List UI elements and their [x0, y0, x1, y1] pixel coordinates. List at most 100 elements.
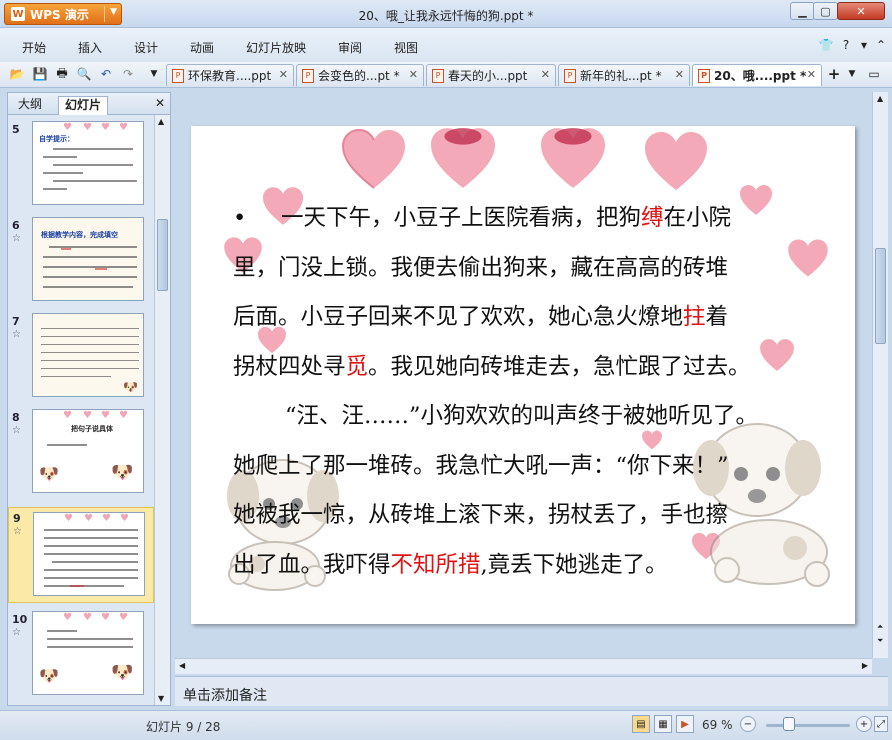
zoom-slider[interactable]: [766, 724, 850, 727]
shirt-skin-icon[interactable]: 👕: [818, 37, 834, 53]
heart-icon: ♥: [101, 612, 110, 623]
slide-thumbnail-5[interactable]: 5 ♥ ♥ ♥ ♥ 自学提示：: [8, 119, 154, 215]
maximize-button[interactable]: ▢: [813, 2, 838, 20]
slide-thumbnail-7[interactable]: 7 ☆ 🐶: [8, 311, 154, 407]
heart-icon: ♥: [120, 513, 129, 524]
scroll-down-icon[interactable]: ▼: [158, 694, 164, 703]
undo-icon[interactable]: ↶: [98, 66, 114, 82]
doc-tab-2[interactable]: P 会变色的...pt * ✕: [296, 64, 424, 86]
heart-icon: ♥: [102, 513, 111, 524]
animation-star-icon: ☆: [12, 233, 21, 244]
text-line: 出了血。我吓得不知所措,竟丢下她逃走了。: [233, 551, 668, 578]
close-tab-icon[interactable]: ✕: [541, 68, 550, 81]
text-line: 拐杖四处寻觅。我见她向砖堆走去，急忙跟了过去。: [233, 353, 751, 380]
slide-counter: 幻灯片 9 / 28: [146, 720, 221, 734]
heart-icon: ♥: [83, 612, 92, 623]
doc-tab-4[interactable]: P 新年的礼...pt * ✕: [558, 64, 690, 86]
slide-preview: ♥ ♥ ♥ ♥: [33, 512, 145, 596]
menu-view[interactable]: 视图: [394, 39, 418, 56]
zoom-out-icon[interactable]: −: [740, 716, 756, 732]
tab-slides[interactable]: 幻灯片: [58, 96, 109, 115]
menu-review[interactable]: 审阅: [338, 39, 362, 56]
heart-icon: ♥: [119, 410, 128, 421]
ppt-file-icon: P: [564, 68, 576, 83]
heart-icon: ♥: [119, 122, 128, 133]
slide-sorter-icon[interactable]: ▦: [654, 715, 672, 733]
doc-tab-active[interactable]: P 20、哦....ppt * ✕: [692, 64, 822, 86]
chevron-down-icon[interactable]: ▼: [146, 66, 162, 82]
next-slide-icon[interactable]: ⏷: [877, 636, 883, 646]
zoom-in-icon[interactable]: +: [856, 716, 872, 732]
heart-icon: ♥: [64, 513, 73, 524]
menu-slideshow[interactable]: 幻灯片放映: [246, 39, 306, 56]
ppt-file-icon: P: [172, 68, 184, 83]
bullet: •: [233, 205, 247, 231]
close-panel-icon[interactable]: ✕: [155, 96, 165, 110]
horizontal-scrollbar[interactable]: ◀ ▶: [175, 658, 872, 674]
close-window-button[interactable]: ✕: [837, 2, 885, 20]
slideshow-play-icon[interactable]: ▶: [676, 715, 694, 733]
print-preview-icon[interactable]: 🔍: [76, 66, 92, 82]
text-line: 里，门没上锁。我便去偷出狗来，藏在高高的砖堆: [233, 254, 729, 281]
doc-tab-3[interactable]: P 春天的小...ppt ✕: [426, 64, 556, 86]
scroll-up-icon[interactable]: ▲: [877, 94, 883, 103]
chevron-down-icon[interactable]: ▼: [844, 66, 860, 82]
redo-icon[interactable]: ↷: [120, 66, 136, 82]
window-title: 20、哦_让我永远忏悔的狗.ppt *: [358, 9, 534, 23]
collapse-ribbon-icon[interactable]: ⌃: [873, 37, 889, 53]
slide-thumbnail-8[interactable]: 8 ☆ ♥ ♥ ♥ ♥ 把句子说具体 🐶 🐶: [8, 407, 154, 503]
menu-design[interactable]: 设计: [134, 39, 158, 56]
heart-icon: ♥: [101, 122, 110, 133]
minimize-button[interactable]: ▁: [790, 2, 815, 20]
menu-animation[interactable]: 动画: [190, 39, 214, 56]
heart-icon: [431, 128, 495, 188]
help-icon[interactable]: ?: [838, 37, 854, 53]
slide-thumbnail-9[interactable]: 9 ☆ ♥ ♥ ♥ ♥: [8, 507, 154, 603]
menu-bar: 开始 插入 设计 动画 幻灯片放映 审阅 视图 👕 ? ▾ ⌃: [0, 28, 892, 62]
previous-slide-icon[interactable]: ⏶: [877, 622, 883, 632]
dog-icon: 🐶: [111, 662, 134, 683]
close-tab-icon[interactable]: ✕: [409, 68, 418, 81]
text-line: • 一天下午，小豆子上医院看病，把狗缚在小院: [233, 194, 823, 244]
open-folder-icon[interactable]: 📂: [9, 66, 25, 82]
dog-icon: 🐶: [111, 462, 134, 483]
slide-body-text[interactable]: • 一天下午，小豆子上医院看病，把狗缚在小院 里，门没上锁。我便去偷出狗来，藏在高…: [233, 194, 823, 590]
dog-icon: 🐶: [39, 464, 59, 483]
scroll-up-icon[interactable]: ▲: [158, 117, 164, 126]
normal-view-icon[interactable]: ▤: [632, 715, 650, 733]
print-icon[interactable]: 🖶: [54, 66, 70, 82]
vertical-scrollbar[interactable]: ▲ ⏶ ⏷: [872, 92, 888, 658]
animation-star-icon: ☆: [12, 425, 21, 436]
slide-thumbnail-10[interactable]: 10 ☆ ♥ ♥ ♥ ♥ 🐶 🐶: [8, 609, 154, 705]
ppt-file-icon: P: [432, 68, 444, 83]
menu-insert[interactable]: 插入: [78, 39, 102, 56]
current-slide[interactable]: • 一天下午，小豆子上医院看病，把狗缚在小院 里，门没上锁。我便去偷出狗来，藏在高…: [191, 126, 855, 624]
chevron-down-icon[interactable]: ▾: [856, 37, 872, 53]
menu-home[interactable]: 开始: [22, 39, 46, 56]
heart-icon: ♥: [101, 410, 110, 421]
heart-icon: ♥: [83, 122, 92, 133]
tab-outline[interactable]: 大纲: [12, 96, 48, 115]
slide-preview: ♥ ♥ ♥ ♥ 自学提示：: [32, 121, 144, 205]
heart-icon: [645, 132, 707, 190]
scrollbar-thumb[interactable]: [157, 219, 168, 291]
doc-tab-1[interactable]: P 环保教育....ppt ✕: [166, 64, 294, 86]
notes-pane[interactable]: 单击添加备注: [175, 676, 888, 706]
scrollbar-thumb[interactable]: [875, 248, 886, 344]
fit-window-icon[interactable]: ⤢: [874, 716, 888, 732]
close-tab-icon[interactable]: ✕: [807, 68, 816, 81]
zoom-slider-knob[interactable]: [783, 717, 795, 731]
heart-icon: [541, 128, 605, 188]
thumbnail-scrollbar[interactable]: ▲ ▼: [154, 115, 170, 705]
tab-list-icon[interactable]: ▭: [866, 66, 882, 82]
close-tab-icon[interactable]: ✕: [675, 68, 684, 81]
heart-icon: ♥: [63, 122, 72, 133]
close-tab-icon[interactable]: ✕: [279, 68, 288, 81]
heart-icon: ♥: [63, 612, 72, 623]
slide-thumbnail-6[interactable]: 6 ☆ 根据教学内容，完成填空: [8, 215, 154, 311]
scroll-left-icon[interactable]: ◀: [179, 661, 185, 670]
scroll-right-icon[interactable]: ▶: [862, 661, 868, 670]
new-tab-icon[interactable]: +: [826, 65, 842, 83]
ppt-file-icon: P: [302, 68, 314, 83]
save-icon[interactable]: 💾: [32, 66, 48, 82]
